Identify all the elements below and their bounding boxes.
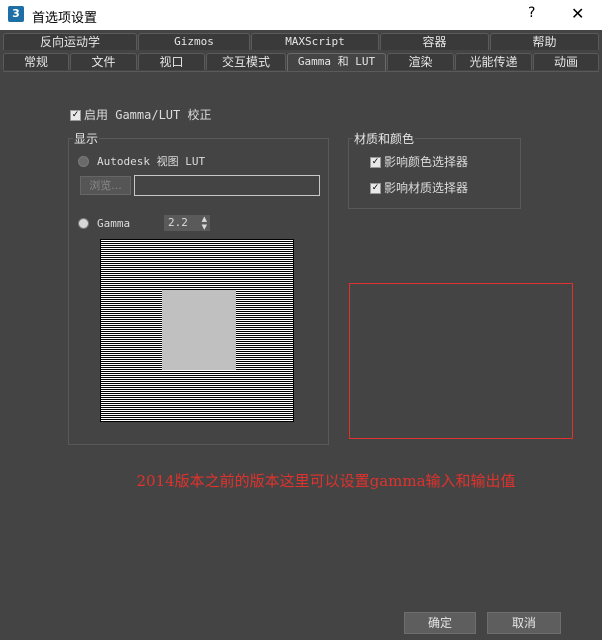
radio-unselected-icon bbox=[78, 156, 89, 167]
tab-interaction-mode[interactable]: 交互模式 bbox=[206, 53, 286, 70]
tab-radiosity[interactable]: 光能传递 bbox=[455, 53, 532, 70]
materials-group bbox=[348, 138, 521, 209]
tab-ik[interactable]: 反向运动学 bbox=[3, 33, 137, 50]
enable-gamma-label: 启用 Gamma/LUT 校正 bbox=[84, 108, 212, 122]
tab-gizmos[interactable]: Gizmos bbox=[138, 33, 250, 50]
autodesk-lut-radio[interactable]: Autodesk 视图 LUT bbox=[78, 153, 205, 169]
display-group-title: 显示 bbox=[73, 130, 100, 147]
tab-help[interactable]: 帮助 bbox=[490, 33, 599, 50]
close-button[interactable]: ✕ bbox=[571, 4, 584, 23]
window-title: 首选项设置 bbox=[32, 11, 98, 26]
tab-animation[interactable]: 动画 bbox=[533, 53, 599, 70]
tab-maxscript[interactable]: MAXScript bbox=[251, 33, 379, 50]
annotation-text: 2014版本之前的版本这里可以设置gamma输入和输出值 bbox=[136, 472, 516, 490]
tab-divider bbox=[3, 71, 599, 72]
cancel-button[interactable]: 取消 bbox=[487, 612, 561, 634]
affect-material-editor-label: 影响材质选择器 bbox=[384, 181, 469, 195]
gamma-value: 2.2 bbox=[168, 216, 188, 229]
help-button[interactable]: ? bbox=[528, 5, 535, 21]
checkbox-checked-icon: ✓ bbox=[370, 157, 381, 168]
spinner-arrows-icon[interactable]: ▲ ▼ bbox=[202, 215, 207, 231]
affect-color-picker-checkbox[interactable]: ✓ 影响颜色选择器 bbox=[370, 153, 468, 170]
ok-button[interactable]: 确定 bbox=[404, 612, 476, 634]
lut-path-field[interactable] bbox=[134, 175, 320, 196]
gamma-pattern-center-swatch bbox=[162, 290, 236, 370]
materials-group-title: 材质和颜色 bbox=[353, 130, 416, 147]
gamma-label: Gamma bbox=[97, 217, 131, 230]
gamma-test-pattern bbox=[100, 239, 294, 422]
radio-selected-icon bbox=[78, 218, 89, 229]
tab-rendering[interactable]: 渲染 bbox=[387, 53, 454, 70]
affect-color-picker-label: 影响颜色选择器 bbox=[384, 155, 469, 169]
affect-material-editor-checkbox[interactable]: ✓ 影响材质选择器 bbox=[370, 179, 468, 196]
gamma-value-spinner[interactable]: 2.2 ▲ ▼ bbox=[164, 215, 210, 231]
autodesk-lut-label: Autodesk 视图 LUT bbox=[97, 155, 206, 168]
tab-viewports[interactable]: 视口 bbox=[138, 53, 205, 70]
title-bar: 3 首选项设置 ? ✕ bbox=[0, 0, 602, 30]
browse-button[interactable]: 浏览... bbox=[80, 176, 131, 195]
tab-files[interactable]: 文件 bbox=[70, 53, 137, 70]
tab-containers[interactable]: 容器 bbox=[380, 33, 489, 50]
checkbox-checked-icon: ✓ bbox=[70, 110, 81, 121]
enable-gamma-checkbox[interactable]: ✓ 启用 Gamma/LUT 校正 bbox=[70, 106, 211, 123]
app-icon: 3 bbox=[8, 6, 24, 22]
annotation-highlight-box bbox=[349, 283, 573, 439]
gamma-radio[interactable]: Gamma bbox=[78, 216, 130, 230]
checkbox-checked-icon: ✓ bbox=[370, 183, 381, 194]
tab-gamma-lut[interactable]: Gamma 和 LUT bbox=[287, 53, 386, 72]
tab-general[interactable]: 常规 bbox=[3, 53, 69, 70]
